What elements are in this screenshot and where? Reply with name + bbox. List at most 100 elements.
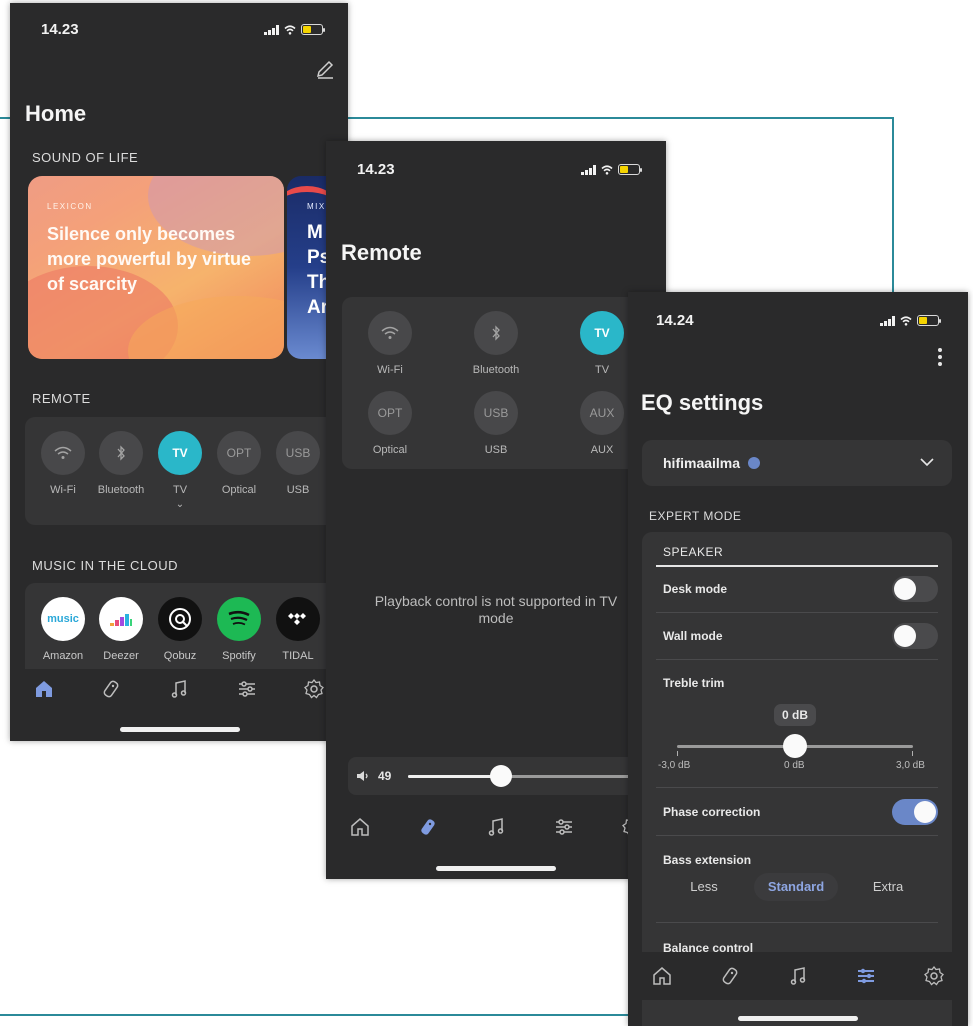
speaker-icon (357, 771, 368, 781)
battery-icon (917, 315, 941, 326)
tab-eq[interactable] (848, 958, 884, 994)
source-optical[interactable]: OPT Optical (362, 391, 418, 456)
battery-icon (301, 24, 325, 35)
tab-music[interactable] (780, 958, 816, 994)
status-time: 14.23 (357, 161, 395, 178)
treble-min-label: -3,0 dB (658, 760, 691, 771)
remote-screen: 14.23 Remote Wi-Fi Bluetooth TV TV OPT O… (326, 141, 666, 879)
bass-option-less[interactable]: Less (674, 873, 734, 901)
home-icon (351, 818, 369, 836)
source-optical[interactable]: OPT Optical (211, 431, 267, 496)
source-grid: Wi-Fi Bluetooth TV TV OPT Optical USB US… (342, 297, 666, 469)
service-qobuz[interactable]: Qobuz (150, 597, 210, 662)
tab-bar (326, 807, 666, 847)
section-label-sound-of-life: SOUND OF LIFE (32, 150, 139, 165)
profile-badge-icon (748, 457, 760, 469)
tab-home[interactable] (644, 958, 680, 994)
music-note-icon (790, 967, 806, 985)
playback-unsupported-message: Playback control is not supported in TV … (374, 593, 618, 626)
page-title: Remote (341, 240, 422, 265)
expert-mode-label: EXPERT MODE (649, 509, 742, 523)
wifi-status-icon (601, 164, 613, 175)
treble-trim-label: Treble trim (663, 676, 725, 690)
section-label-music: MUSIC IN THE CLOUD (32, 558, 178, 573)
tab-bar (628, 952, 968, 1000)
home-indicator (436, 866, 556, 871)
frame-line-right (892, 117, 894, 292)
wifi-status-icon (900, 315, 912, 326)
source-wifi[interactable]: Wi-Fi (362, 311, 418, 376)
edit-icon[interactable] (315, 59, 335, 79)
tidal-icon (276, 597, 320, 641)
tab-music[interactable] (161, 671, 197, 707)
card-kicker-2: MIX (307, 202, 326, 211)
service-spotify[interactable]: Spotify (209, 597, 269, 662)
service-amazon[interactable]: music Amazon (33, 597, 93, 662)
status-icons (880, 315, 941, 326)
tab-eq[interactable] (229, 671, 265, 707)
chevron-down-icon (920, 458, 934, 467)
home-indicator (738, 1016, 858, 1021)
signal-icon (581, 164, 596, 175)
chevron-down-icon: ⌄ (175, 499, 185, 510)
eq-settings-screen: 14.24 EQ settings hifimaailma EXPERT MOD… (628, 292, 968, 1026)
home-icon (653, 967, 671, 985)
gear-icon (924, 965, 944, 986)
profile-selector[interactable]: hifimaailma (642, 440, 952, 486)
section-label-remote: REMOTE (32, 391, 91, 406)
bass-option-standard[interactable]: Standard (754, 873, 838, 901)
phase-correction-toggle[interactable] (892, 799, 938, 825)
card-headline: Silence only becomes more powerful by vi… (47, 224, 252, 294)
source-tv[interactable]: TV TV (574, 311, 630, 376)
service-deezer[interactable]: Deezer (91, 597, 151, 662)
wall-mode-toggle[interactable] (892, 623, 938, 649)
desk-mode-label: Desk mode (663, 582, 728, 596)
source-bluetooth[interactable]: Bluetooth (93, 431, 149, 496)
tab-music[interactable] (478, 809, 514, 845)
bass-extension-label: Bass extension (663, 853, 752, 867)
page-title: Home (25, 101, 87, 126)
tab-home[interactable] (342, 809, 378, 845)
desk-mode-toggle[interactable] (892, 576, 938, 602)
source-usb[interactable]: USB USB (270, 431, 326, 496)
service-tidal[interactable]: TIDAL (268, 597, 328, 662)
bluetooth-icon (99, 431, 143, 475)
divider (656, 565, 938, 567)
source-bluetooth[interactable]: Bluetooth (468, 311, 524, 376)
source-tv[interactable]: TV TV ⌄ (152, 431, 208, 510)
sliders-icon (858, 968, 874, 984)
gear-icon (304, 678, 325, 699)
music-note-icon (171, 680, 187, 698)
remote-icon (722, 967, 738, 985)
tab-eq[interactable] (546, 809, 582, 845)
source-aux[interactable]: AUX AUX (574, 391, 630, 456)
status-time: 14.24 (656, 312, 694, 329)
signal-icon (264, 24, 279, 35)
remote-panel: Wi-Fi Bluetooth TV TV ⌄ OPT Optical USB … (25, 417, 348, 525)
article-card[interactable]: LEXICON Silence only becomes more powerf… (28, 176, 284, 359)
tab-home[interactable] (26, 671, 62, 707)
more-options-icon[interactable] (937, 347, 943, 367)
bass-option-extra[interactable]: Extra (858, 873, 918, 901)
tab-remote[interactable] (410, 809, 446, 845)
tab-bar (10, 669, 348, 709)
home-indicator (120, 727, 240, 732)
tab-settings[interactable] (916, 958, 952, 994)
tab-remote[interactable] (93, 671, 129, 707)
sliders-icon (238, 681, 255, 697)
deezer-icon (99, 597, 143, 641)
treble-max-label: 3,0 dB (896, 760, 925, 771)
remote-icon (421, 819, 435, 835)
volume-slider-thumb[interactable] (489, 765, 512, 787)
treble-slider-thumb[interactable] (783, 734, 807, 758)
phase-correction-label: Phase correction (663, 805, 761, 819)
home-icon (35, 681, 52, 697)
tab-remote[interactable] (712, 958, 748, 994)
status-time: 14.23 (41, 21, 79, 38)
spotify-icon (217, 597, 261, 641)
battery-icon (618, 164, 642, 175)
source-wifi[interactable]: Wi-Fi (35, 431, 91, 496)
source-usb[interactable]: USB USB (468, 391, 524, 456)
music-panel: music Amazon Deezer Qobuz Spotify TIDAL (25, 583, 348, 673)
volume-bar: 49 (348, 757, 666, 795)
